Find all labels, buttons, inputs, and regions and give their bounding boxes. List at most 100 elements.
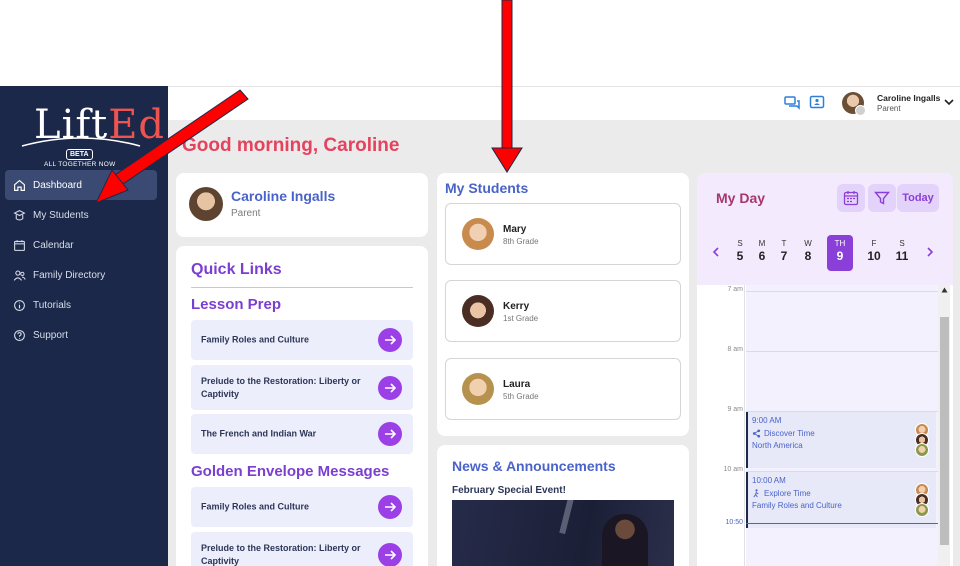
- today-button[interactable]: Today: [897, 184, 939, 212]
- day-number: 6: [758, 249, 766, 263]
- students-icon: [13, 209, 26, 220]
- day-letter: S: [899, 239, 905, 248]
- greeting-title: Good morning, Caroline: [182, 135, 400, 156]
- student-name: Mary: [503, 224, 527, 235]
- arrow-right-button[interactable]: [378, 328, 402, 352]
- sidebar-item-dashboard[interactable]: Dashboard: [5, 170, 157, 200]
- profile-name[interactable]: Caroline Ingalls: [231, 188, 335, 204]
- day-number: 8: [804, 249, 812, 263]
- news-image[interactable]: [452, 500, 674, 566]
- user-avatar[interactable]: [842, 92, 866, 116]
- arrow-right-icon: [385, 549, 397, 560]
- arrow-right-button[interactable]: [378, 422, 402, 446]
- day-number: 5: [736, 249, 744, 263]
- golden-envelope-title: Golden Envelope Messages: [191, 463, 390, 480]
- filter-icon: [874, 191, 890, 205]
- event-topic: Family Roles and Culture: [752, 501, 842, 510]
- sidebar-item-family-directory[interactable]: Family Directory: [5, 260, 157, 290]
- golden-link-item[interactable]: Family Roles and Culture: [191, 487, 413, 527]
- student-card[interactable]: Kerry 1st Grade: [445, 280, 681, 342]
- quick-link-item[interactable]: Family Roles and Culture: [191, 320, 413, 360]
- student-name: Laura: [503, 379, 531, 390]
- event-topic: North America: [752, 441, 803, 450]
- hiking-icon: [753, 489, 759, 498]
- sidebar-item-label: Calendar: [33, 239, 74, 251]
- day-number: 11: [895, 249, 909, 263]
- user-name[interactable]: Caroline Ingalls: [877, 93, 940, 103]
- student-avatar-small: [915, 443, 929, 457]
- day-timeline[interactable]: 7 am 8 am 9 am 10 am 9:00 AM Discover Ti…: [697, 285, 953, 566]
- divider: [191, 287, 413, 288]
- my-day-card: My Day Today S5 M6 T7 W8 TH9 F10 S11: [697, 173, 953, 566]
- chat-icon[interactable]: [784, 95, 800, 111]
- arrow-right-button[interactable]: [378, 495, 402, 519]
- quick-link-label: Prelude to the Restoration: Liberty or C…: [201, 375, 361, 399]
- hour-label: 8 am: [727, 346, 743, 353]
- sidebar-item-calendar[interactable]: Calendar: [5, 230, 157, 260]
- arrow-right-button[interactable]: [378, 542, 402, 566]
- student-grade: 1st Grade: [503, 314, 539, 323]
- golden-link-label: Prelude to the Restoration: Liberty or C…: [201, 542, 361, 566]
- quick-links-card: Quick Links Lesson Prep Family Roles and…: [176, 246, 428, 566]
- day-letter: T: [781, 239, 787, 248]
- filter-button[interactable]: [868, 184, 896, 212]
- event-time: 10:00 AM: [752, 476, 786, 485]
- chevron-down-icon[interactable]: [944, 98, 954, 106]
- day-letter: TH: [834, 239, 846, 248]
- scrollbar-thumb[interactable]: [940, 317, 949, 545]
- week-day-selected[interactable]: TH 9: [827, 235, 853, 271]
- student-card[interactable]: Mary 8th Grade: [445, 203, 681, 265]
- week-day[interactable]: T7: [773, 239, 795, 263]
- hour-line: [746, 291, 938, 292]
- share-icon: [752, 429, 761, 438]
- lesson-prep-title: Lesson Prep: [191, 296, 282, 313]
- my-students-card: My Students Mary 8th Grade Kerry 1st Gra…: [437, 173, 689, 436]
- quick-link-label: The French and Indian War: [201, 428, 317, 439]
- student-card[interactable]: Laura 5th Grade: [445, 358, 681, 420]
- top-bar: Caroline Ingalls Parent: [168, 86, 960, 120]
- calendar-icon: [843, 191, 859, 206]
- news-card: News & Announcements February Special Ev…: [437, 445, 689, 566]
- profile-role: Parent: [231, 208, 261, 219]
- week-day[interactable]: W8: [797, 239, 819, 263]
- day-letter: W: [804, 239, 812, 248]
- quick-link-item[interactable]: Prelude to the Restoration: Liberty or C…: [191, 365, 413, 410]
- calendar-event[interactable]: 9:00 AM Discover Time North America: [746, 412, 936, 468]
- week-day[interactable]: M6: [751, 239, 773, 263]
- scroll-up-arrow-icon[interactable]: [941, 287, 948, 293]
- sidebar-item-my-students[interactable]: My Students: [5, 200, 157, 230]
- week-day[interactable]: F 10: [863, 239, 885, 263]
- message-icon[interactable]: [809, 95, 825, 111]
- calendar-event[interactable]: 10:00 AM Explore Time Family Roles and C…: [746, 472, 936, 528]
- user-role: Parent: [877, 104, 901, 113]
- hour-label: 7 am: [727, 286, 743, 293]
- current-time-label: 10:50: [725, 519, 743, 526]
- event-activity: Explore Time: [764, 489, 811, 498]
- hour-line: [746, 351, 938, 352]
- week-day[interactable]: S5: [729, 239, 751, 263]
- quick-links-title: Quick Links: [191, 261, 282, 278]
- sidebar: LiftEd BETA ALL TOGETHER NOW Dashboard M…: [0, 86, 168, 566]
- chevron-right-icon[interactable]: [925, 247, 935, 257]
- help-icon: [14, 329, 25, 341]
- liftED-logo[interactable]: LiftEd BETA ALL TOGETHER NOW: [18, 96, 164, 168]
- calendar-button[interactable]: [837, 184, 865, 212]
- sidebar-item-label: Family Directory: [33, 269, 106, 281]
- sidebar-item-tutorials[interactable]: Tutorials: [5, 290, 157, 320]
- logo-swoosh-icon: [21, 137, 141, 147]
- quick-link-label: Family Roles and Culture: [201, 334, 310, 345]
- sidebar-item-support[interactable]: Support: [5, 320, 157, 350]
- news-headline[interactable]: February Special Event!: [452, 485, 566, 496]
- logo-tagline: ALL TOGETHER NOW: [44, 161, 116, 168]
- event-activity: Discover Time: [764, 429, 815, 438]
- calendar-icon: [14, 239, 25, 251]
- golden-link-item[interactable]: Prelude to the Restoration: Liberty or C…: [191, 532, 413, 566]
- quick-link-item[interactable]: The French and Indian War: [191, 414, 413, 454]
- day-number: 9: [836, 249, 844, 263]
- week-day[interactable]: S 11: [891, 239, 913, 263]
- chevron-left-icon[interactable]: [711, 247, 721, 257]
- hour-label: 9 am: [727, 406, 743, 413]
- day-number: 10: [867, 249, 881, 263]
- arrow-right-button[interactable]: [378, 375, 402, 400]
- my-day-header: My Day Today S5 M6 T7 W8 TH 9 F 10 S 11: [697, 173, 953, 285]
